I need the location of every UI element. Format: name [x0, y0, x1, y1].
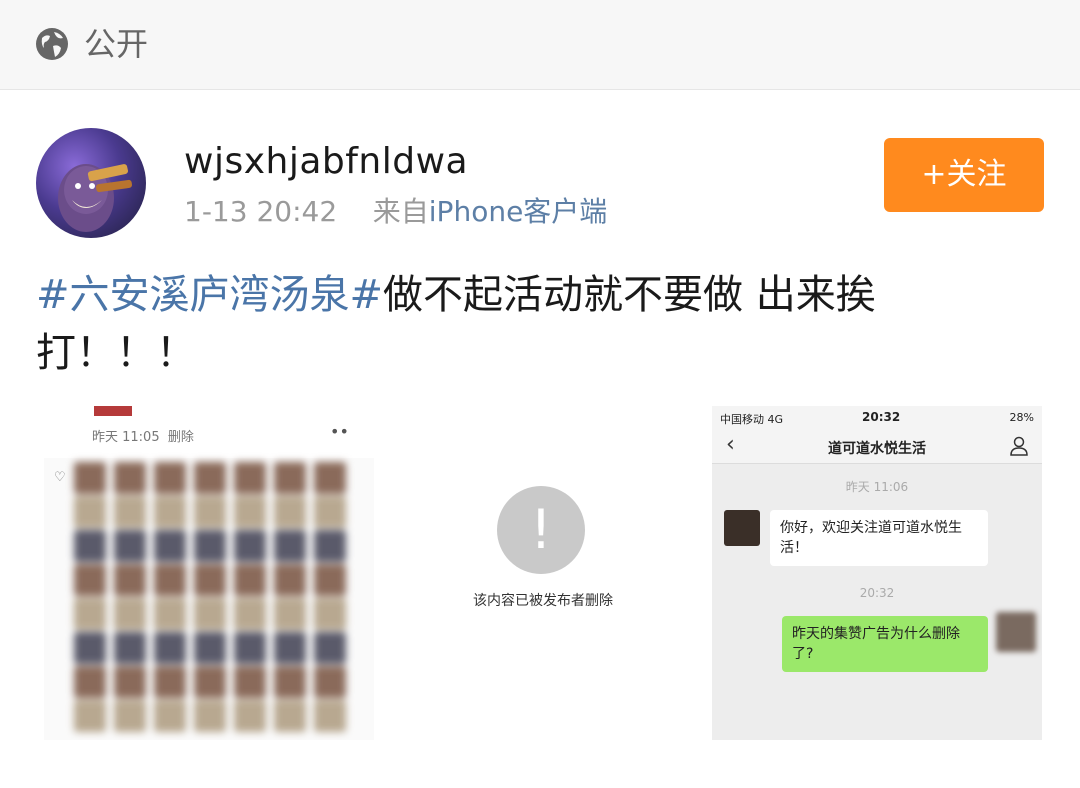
blurred-thumb [234, 530, 266, 562]
blurred-thumb [274, 700, 306, 732]
blurred-thumb [154, 598, 186, 630]
post-image-3[interactable]: 中国移动 4G 20:32 28% ‹ 道可道水悦生活 昨天 11:06 你好，… [712, 406, 1042, 740]
blurred-thumb [274, 598, 306, 630]
blurred-thumb [194, 666, 226, 698]
blurred-thumb [234, 666, 266, 698]
image1-time-text: 昨天 11:05 [92, 430, 160, 445]
blurred-thumb [154, 530, 186, 562]
blurred-thumb [234, 496, 266, 528]
blurred-thumb [194, 564, 226, 596]
blurred-thumb [114, 564, 146, 596]
blurred-thumb [194, 530, 226, 562]
blurred-thumb [234, 598, 266, 630]
globe-icon [36, 28, 68, 60]
blurred-thumb [114, 598, 146, 630]
blurred-thumb [234, 632, 266, 664]
topic-link[interactable]: #六安溪庐湾汤泉# [36, 272, 383, 318]
blurred-thumb [154, 564, 186, 596]
chat-timestamp-1: 昨天 11:06 [845, 480, 909, 494]
blurred-thumb [314, 666, 346, 698]
blurred-thumb [74, 564, 106, 596]
blurred-thumb [114, 666, 146, 698]
clock-text: 20:32 [862, 410, 901, 424]
blurred-thumb [194, 598, 226, 630]
blurred-thumb [194, 632, 226, 664]
post-body: #六安溪庐湾汤泉#做不起活动就不要做 出来挨打！！！ [36, 266, 936, 382]
user-icon [1010, 436, 1028, 456]
chat-message-received: 你好，欢迎关注道可道水悦生活！ [770, 510, 988, 566]
blurred-thumb [74, 700, 106, 732]
sender-avatar [724, 510, 760, 546]
chat-nav-bar: ‹ 道可道水悦生活 [712, 430, 1042, 464]
blurred-thumb [154, 462, 186, 494]
blurred-thumb [74, 598, 106, 630]
post-timestamp: 1-13 20:42 [184, 195, 338, 228]
post-meta: 1-13 20:42 来自iPhone客户端 [184, 192, 607, 232]
image1-time: 昨天 11:05 删除 [92, 426, 194, 445]
avatar[interactable] [36, 128, 146, 238]
blurred-thumb [314, 496, 346, 528]
blurred-avatar-grid [74, 462, 358, 740]
carrier-text: 中国移动 4G [720, 413, 784, 426]
blurred-thumb [314, 564, 346, 596]
blurred-thumb [74, 462, 106, 494]
user-avatar [996, 612, 1036, 652]
blurred-thumb [314, 598, 346, 630]
blurred-thumb [314, 530, 346, 562]
blurred-thumb [274, 666, 306, 698]
chat-message-sent: 昨天的集赞广告为什么删除了? [782, 616, 988, 672]
blurred-thumb [74, 632, 106, 664]
blurred-thumb [114, 700, 146, 732]
blurred-thumb [274, 632, 306, 664]
post-image-2[interactable]: ! 该内容已被发布者删除 [378, 406, 708, 740]
blurred-thumb [114, 530, 146, 562]
more-icon: •• [330, 422, 349, 441]
blurred-thumb [154, 700, 186, 732]
blurred-thumb [314, 632, 346, 664]
blurred-thumb [274, 496, 306, 528]
blurred-thumb [74, 496, 106, 528]
deleted-notice: 该内容已被发布者删除 [473, 593, 613, 609]
blurred-thumb [274, 530, 306, 562]
blurred-thumb [154, 632, 186, 664]
blurred-thumb [314, 462, 346, 494]
chat-title: 道可道水悦生活 [828, 441, 926, 457]
blurred-thumb [154, 496, 186, 528]
post-image-1[interactable]: 昨天 11:05 删除 •• ♡ [44, 406, 374, 740]
image1-delete-text: 删除 [167, 430, 194, 445]
blurred-thumb [114, 462, 146, 494]
source-link[interactable]: iPhone客户端 [429, 195, 608, 228]
blurred-thumb [194, 700, 226, 732]
username[interactable]: wjsxhjabfnldwa [184, 138, 468, 186]
chat-timestamp-2: 20:32 [859, 586, 895, 600]
phone-status-bar: 中国移动 4G 20:32 28% [712, 406, 1042, 430]
blurred-thumb [314, 700, 346, 732]
blurred-thumb [74, 530, 106, 562]
blurred-thumb [234, 564, 266, 596]
blurred-thumb [114, 496, 146, 528]
visibility-label: 公开 [84, 25, 149, 63]
red-tag [94, 406, 132, 416]
heart-icon: ♡ [54, 470, 66, 485]
exclamation-icon: ! [497, 486, 585, 574]
image1-header: 昨天 11:05 删除 •• [44, 406, 374, 458]
blurred-thumb [234, 462, 266, 494]
blurred-thumb [194, 496, 226, 528]
visibility-bar: 公开 [0, 0, 1080, 90]
blurred-thumb [274, 564, 306, 596]
follow-button[interactable]: +关注 [884, 138, 1044, 212]
avatar-image [58, 164, 132, 232]
battery-text: 28% [1009, 411, 1034, 424]
blurred-thumb [114, 632, 146, 664]
blurred-thumb [74, 666, 106, 698]
source-prefix: 来自 [372, 195, 429, 228]
blurred-thumb [154, 666, 186, 698]
blurred-thumb [194, 462, 226, 494]
blurred-thumb [234, 700, 266, 732]
blurred-thumb [274, 462, 306, 494]
